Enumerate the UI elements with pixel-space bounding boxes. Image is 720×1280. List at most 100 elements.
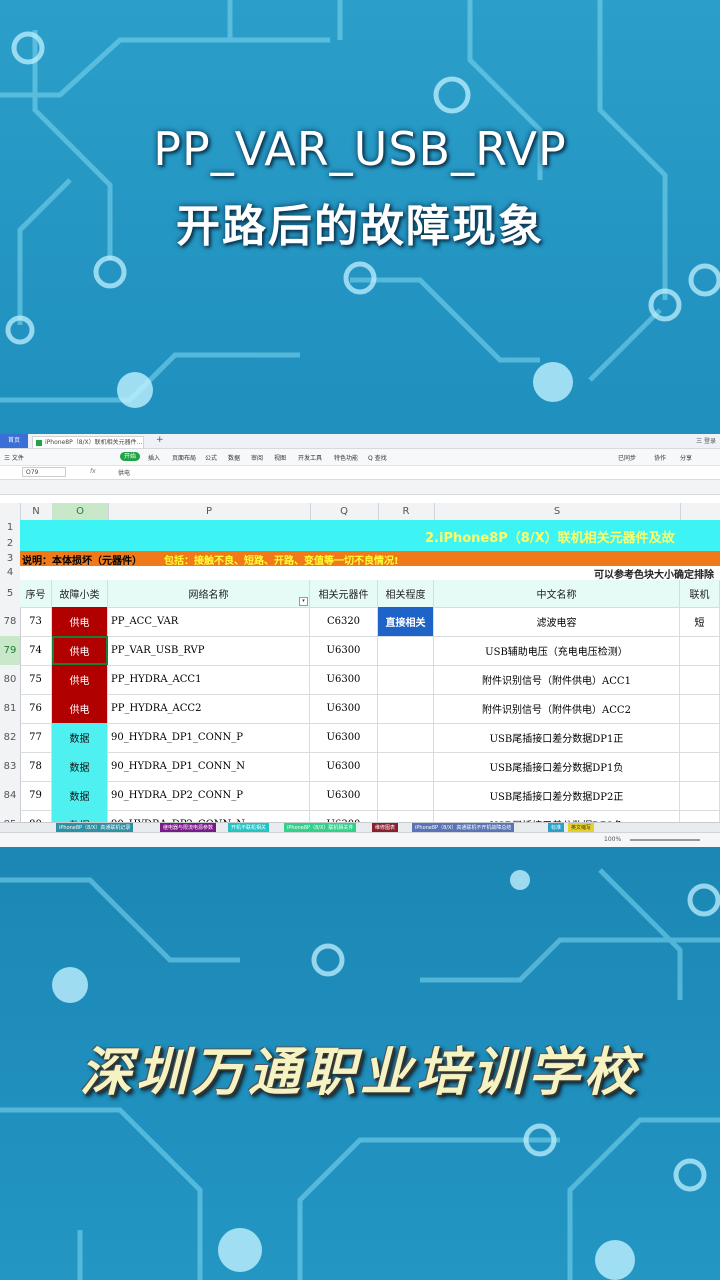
- cell-net[interactable]: 90_HYDRA_DP1_CONN_N: [108, 752, 310, 781]
- cell-chinese-name[interactable]: 附件识别信号（附件供电）ACC2: [434, 694, 680, 723]
- cell-category[interactable]: 供电: [52, 665, 108, 694]
- cell-chinese-name[interactable]: USB尾插接口差分数据DP1负: [434, 752, 680, 781]
- name-box[interactable]: O79: [22, 467, 66, 477]
- row-header[interactable]: 1: [0, 520, 21, 536]
- cell-extra[interactable]: [680, 723, 720, 752]
- cell-seq[interactable]: 78: [20, 752, 52, 781]
- cell-category[interactable]: 供电: [52, 694, 108, 723]
- cell-extra[interactable]: [680, 694, 720, 723]
- new-tab-button[interactable]: +: [156, 435, 164, 445]
- menu-data[interactable]: 数据: [228, 453, 240, 462]
- menu-page-layout[interactable]: 页面布局: [172, 453, 196, 462]
- cell-seq[interactable]: 74: [20, 636, 52, 665]
- row-header[interactable]: 85: [0, 810, 21, 822]
- cell-category[interactable]: 数据: [52, 723, 108, 752]
- cell-seq[interactable]: 76: [20, 694, 52, 723]
- menu-insert[interactable]: 插入: [148, 453, 160, 462]
- cell-category[interactable]: 数据: [52, 752, 108, 781]
- cell-seq[interactable]: 80: [20, 810, 52, 822]
- cell-chinese-name[interactable]: USB尾插接口差分数据DP2负: [434, 810, 680, 822]
- cell-relevance[interactable]: [378, 636, 434, 665]
- cell-net[interactable]: PP_VAR_USB_RVP: [108, 636, 310, 665]
- row-header-selected[interactable]: 79: [0, 636, 21, 665]
- cell-relevance[interactable]: [378, 810, 434, 822]
- cell-extra[interactable]: [680, 810, 720, 822]
- row-header[interactable]: 83: [0, 752, 21, 781]
- cell-seq[interactable]: 77: [20, 723, 52, 752]
- row-header[interactable]: 4: [0, 566, 21, 580]
- row-header[interactable]: 82: [0, 723, 21, 752]
- select-all-corner[interactable]: [0, 503, 21, 520]
- cell-seq[interactable]: 73: [20, 607, 52, 636]
- menu-formulas[interactable]: 公式: [205, 453, 217, 462]
- cell-extra[interactable]: [680, 752, 720, 781]
- cell-relevance[interactable]: [378, 665, 434, 694]
- column-header-p[interactable]: P: [108, 503, 311, 520]
- cell-component[interactable]: U6300: [310, 723, 378, 752]
- row-header[interactable]: 5: [0, 580, 21, 607]
- menu-developer[interactable]: 开发工具: [298, 453, 322, 462]
- cell-chinese-name[interactable]: 滤波电容: [434, 607, 680, 636]
- cell-extra[interactable]: 短: [680, 607, 720, 636]
- cell-chinese-name[interactable]: USB尾插接口差分数据DP2正: [434, 781, 680, 810]
- cell-net[interactable]: 90_HYDRA_DP2_CONN_N: [108, 810, 310, 822]
- cell-chinese-name[interactable]: USB尾插接口差分数据DP1正: [434, 723, 680, 752]
- menu-home[interactable]: 开始: [120, 452, 141, 461]
- cell-seq[interactable]: 79: [20, 781, 52, 810]
- column-header-q[interactable]: Q: [310, 503, 379, 520]
- menu-review[interactable]: 审阅: [251, 453, 263, 462]
- menu-features[interactable]: 特色功能: [334, 453, 358, 462]
- cell-category[interactable]: 数据: [52, 810, 108, 822]
- formula-input[interactable]: 供电: [118, 468, 130, 477]
- row-header[interactable]: 2: [0, 536, 21, 551]
- cell-relevance[interactable]: [378, 781, 434, 810]
- cell-component[interactable]: C6320: [310, 607, 378, 636]
- cell-relevance[interactable]: [378, 752, 434, 781]
- cell-net[interactable]: PP_HYDRA_ACC1: [108, 665, 310, 694]
- row-header[interactable]: 81: [0, 694, 21, 723]
- cell-net[interactable]: 90_HYDRA_DP1_CONN_P: [108, 723, 310, 752]
- login-button[interactable]: 三 登录: [696, 436, 716, 445]
- share-button[interactable]: 分享: [680, 453, 692, 462]
- column-header-n[interactable]: N: [20, 503, 53, 520]
- cell-relevance[interactable]: [378, 723, 434, 752]
- zoom-slider[interactable]: [630, 839, 700, 841]
- cell-seq[interactable]: 75: [20, 665, 52, 694]
- cell-component[interactable]: U6300: [310, 810, 378, 822]
- cell-component[interactable]: U6300: [310, 665, 378, 694]
- cell-chinese-name[interactable]: 附件识别信号（附件供电）ACC1: [434, 665, 680, 694]
- cell-category[interactable]: 供电: [52, 607, 108, 636]
- row-header[interactable]: 3: [0, 551, 21, 566]
- cell-relevance[interactable]: 直接相关: [378, 607, 434, 636]
- header-component[interactable]: 相关元器件: [310, 580, 378, 607]
- menu-search[interactable]: Q 查找: [368, 453, 387, 462]
- menu-view[interactable]: 视图: [274, 453, 286, 462]
- column-header-r[interactable]: R: [378, 503, 435, 520]
- cell-extra[interactable]: [680, 665, 720, 694]
- cell-component[interactable]: U6300: [310, 752, 378, 781]
- header-chinese-name[interactable]: 中文名称: [434, 580, 680, 607]
- file-tab[interactable]: iPhone8P（8/X）联机相关元器件...: [32, 436, 144, 448]
- zoom-level[interactable]: 100%: [604, 836, 621, 843]
- row-header[interactable]: 78: [0, 607, 21, 636]
- cell-chinese-name[interactable]: USB辅助电压（充电电压检测）: [434, 636, 680, 665]
- collaborate-button[interactable]: 协作: [654, 453, 666, 462]
- fx-icon[interactable]: fx: [90, 468, 96, 475]
- row-header[interactable]: 80: [0, 665, 21, 694]
- cell-net[interactable]: PP_ACC_VAR: [108, 607, 310, 636]
- cell-category[interactable]: 数据: [52, 781, 108, 810]
- cell-component[interactable]: U6300: [310, 636, 378, 665]
- cell-net[interactable]: PP_HYDRA_ACC2: [108, 694, 310, 723]
- column-header-o[interactable]: O: [52, 503, 109, 520]
- column-header-s[interactable]: S: [434, 503, 681, 520]
- sync-status[interactable]: 已同步: [618, 453, 636, 462]
- header-relevance[interactable]: 相关程度: [378, 580, 434, 607]
- header-seq[interactable]: 序号: [20, 580, 52, 607]
- menu-file[interactable]: 三 文件: [4, 453, 24, 462]
- column-header-t[interactable]: [680, 503, 720, 520]
- cell-net[interactable]: 90_HYDRA_DP2_CONN_P: [108, 781, 310, 810]
- row-header[interactable]: 84: [0, 781, 21, 810]
- cell-relevance[interactable]: [378, 694, 434, 723]
- cell-component[interactable]: U6300: [310, 781, 378, 810]
- home-tab[interactable]: 首页: [0, 434, 28, 448]
